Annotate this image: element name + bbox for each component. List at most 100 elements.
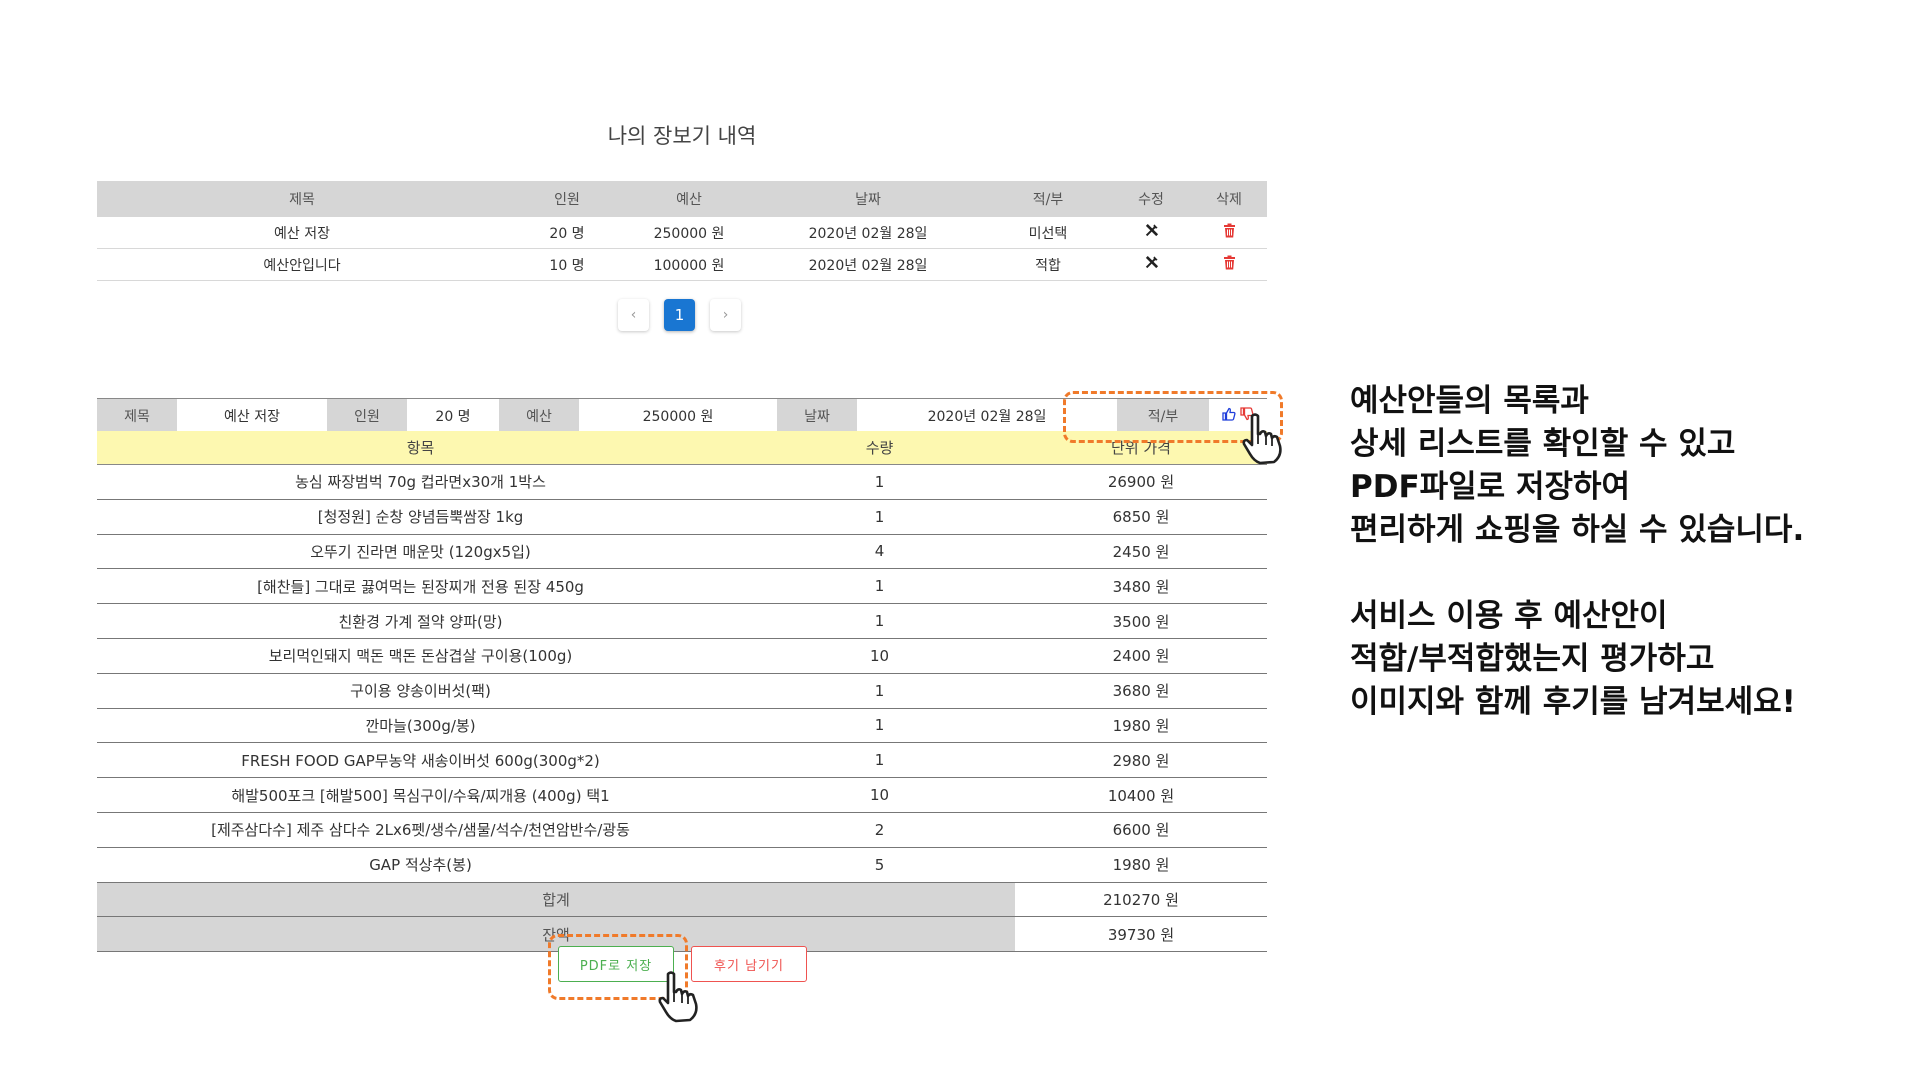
item-price: 3480 원 (1015, 568, 1267, 605)
history-date: 2020년 02월 28일 (751, 248, 985, 281)
col-fit: 적/부 (985, 181, 1111, 217)
history-row[interactable]: 예산안입니다 10 명 100000 원 2020년 02월 28일 적합 (97, 248, 1267, 281)
col-qty: 수량 (744, 431, 1015, 465)
item-row: [청정원] 순창 양념듬뿍쌈장 1kg 1 6850 원 (97, 499, 1267, 535)
annotation-line: 예산안들의 목록과 (1350, 383, 1589, 419)
item-name: 오뚜기 진라면 매운맛 (120gx5입) (97, 534, 744, 570)
item-name: GAP 적상추(봉) (97, 847, 744, 883)
detail-budget-label: 예산 (499, 398, 579, 434)
col-delete: 삭제 (1191, 181, 1267, 217)
trash-icon[interactable] (1223, 255, 1236, 274)
history-header-row: 제목 인원 예산 날짜 적/부 수정 삭제 (97, 181, 1267, 217)
item-name: FRESH FOOD GAP무농약 새송이버섯 600g(300g*2) (97, 742, 744, 779)
item-qty: 10 (744, 638, 1015, 674)
col-title: 제목 (97, 181, 507, 217)
item-price: 3500 원 (1015, 603, 1267, 639)
item-qty: 1 (744, 464, 1015, 500)
detail-people-value: 20 명 (407, 398, 499, 434)
history-budget: 100000 원 (627, 248, 751, 281)
detail-budget-value: 250000 원 (579, 398, 777, 434)
history-date: 2020년 02월 28일 (751, 217, 985, 249)
item-qty: 1 (744, 673, 1015, 709)
item-price: 1980 원 (1015, 708, 1267, 744)
item-qty: 10 (744, 777, 1015, 813)
history-table: 제목 인원 예산 날짜 적/부 수정 삭제 예산 저장 20 명 250000 … (97, 181, 1267, 281)
pointing-hand-icon (658, 971, 698, 1023)
col-date: 날짜 (751, 181, 985, 217)
item-row: GAP 적상추(봉) 5 1980 원 (97, 847, 1267, 883)
write-review-button[interactable]: 후기 남기기 (691, 946, 807, 982)
trash-icon[interactable] (1223, 223, 1236, 242)
item-qty: 1 (744, 499, 1015, 535)
edit-cell (1111, 217, 1191, 249)
prev-page-button[interactable]: ‹ (618, 299, 649, 331)
annotation-line: 이미지와 함께 후기를 남겨보세요! (1350, 684, 1796, 720)
annotation-line: 편리하게 쇼핑을 하실 수 있습니다. (1350, 512, 1805, 548)
col-item: 항목 (97, 431, 744, 465)
detail-title-value: 예산 저장 (177, 398, 327, 434)
item-price: 2400 원 (1015, 638, 1267, 674)
item-row: FRESH FOOD GAP무농약 새송이버섯 600g(300g*2) 1 298… (97, 742, 1267, 779)
pointing-hand-icon (1242, 413, 1282, 465)
item-name: [해찬들] 그대로 끓여먹는 된장찌개 전용 된장 450g (97, 568, 744, 605)
history-budget: 250000 원 (627, 217, 751, 249)
item-name: 친환경 가계 절약 양파(망) (97, 603, 744, 639)
delete-cell (1191, 248, 1267, 281)
item-qty: 1 (744, 708, 1015, 744)
item-row: [해찬들] 그대로 끓여먹는 된장찌개 전용 된장 450g 1 3480 원 (97, 568, 1267, 605)
history-title: 예산안입니다 (97, 248, 507, 281)
annotation-line: 서비스 이용 후 예산안이 (1350, 598, 1668, 634)
history-fit: 적합 (985, 248, 1111, 281)
item-qty: 1 (744, 568, 1015, 605)
item-row: 농심 짜장범벅 70g 컵라면x30개 1박스 1 26900 원 (97, 464, 1267, 500)
next-page-button[interactable]: › (710, 299, 741, 331)
history-row[interactable]: 예산 저장 20 명 250000 원 2020년 02월 28일 미선택 (97, 217, 1267, 249)
item-price: 26900 원 (1015, 464, 1267, 500)
item-name: 구이용 양송이버섯(팩) (97, 673, 744, 709)
item-name: [청정원] 순창 양념듬뿍쌈장 1kg (97, 499, 744, 535)
item-price: 6850 원 (1015, 499, 1267, 535)
balance-value: 39730 원 (1015, 916, 1267, 953)
page-1-button[interactable]: 1 (664, 299, 695, 331)
item-price: 2450 원 (1015, 534, 1267, 570)
annotation-line: PDF파일로 저장하여 (1350, 469, 1631, 505)
item-row: 오뚜기 진라면 매운맛 (120gx5입) 4 2450 원 (97, 534, 1267, 570)
detail-people-label: 인원 (327, 398, 407, 434)
detail-title-label: 제목 (97, 398, 177, 434)
feature-annotation: 예산안들의 목록과 상세 리스트를 확인할 수 있고 PDF파일로 저장하여 편… (1350, 380, 1804, 724)
col-budget: 예산 (627, 181, 751, 217)
item-row: 해발500포크 [해발500] 목심구이/수육/찌개용 (400g) 택1 10 1… (97, 777, 1267, 813)
history-title: 예산 저장 (97, 217, 507, 249)
detail-date-label: 날짜 (777, 398, 857, 434)
item-price: 6600 원 (1015, 812, 1267, 848)
item-name: [제주삼다수] 제주 삼다수 2Lx6펫/생수/샘물/석수/천연암반수/광동 (97, 812, 744, 848)
edit-tools-icon[interactable] (1144, 255, 1159, 274)
history-people: 10 명 (507, 248, 627, 281)
edit-tools-icon[interactable] (1144, 223, 1159, 242)
item-price: 3680 원 (1015, 673, 1267, 709)
page-title: 나의 장보기 내역 (607, 124, 757, 148)
col-edit: 수정 (1111, 181, 1191, 217)
history-fit: 미선택 (985, 217, 1111, 249)
item-price: 2980 원 (1015, 742, 1267, 779)
delete-cell (1191, 217, 1267, 249)
item-name: 해발500포크 [해발500] 목심구이/수육/찌개용 (400g) 택1 (97, 777, 744, 813)
annotation-line: 상세 리스트를 확인할 수 있고 (1350, 426, 1736, 462)
pagination: ‹ 1 › (618, 299, 741, 331)
total-row: 합계 210270 원 (97, 882, 1267, 918)
history-people: 20 명 (507, 217, 627, 249)
item-price: 10400 원 (1015, 777, 1267, 813)
item-qty: 1 (744, 742, 1015, 779)
item-row: 친환경 가계 절약 양파(망) 1 3500 원 (97, 603, 1267, 639)
item-row: 깐마늘(300g/봉) 1 1980 원 (97, 708, 1267, 744)
item-name: 깐마늘(300g/봉) (97, 708, 744, 744)
item-row: 보리먹인돼지 맥돈 맥돈 돈삼겹살 구이용(100g) 10 2400 원 (97, 638, 1267, 674)
item-qty: 2 (744, 812, 1015, 848)
item-name: 농심 짜장범벅 70g 컵라면x30개 1박스 (97, 464, 744, 500)
item-row: 구이용 양송이버섯(팩) 1 3680 원 (97, 673, 1267, 709)
items-table: 항목 수량 단위 가격 농심 짜장범벅 70g 컵라면x30개 1박스 1 2690… (97, 431, 1267, 953)
annotation-line: 적합/부적합했는지 평가하고 (1350, 641, 1715, 677)
item-qty: 1 (744, 603, 1015, 639)
item-row: [제주삼다수] 제주 삼다수 2Lx6펫/생수/샘물/석수/천연암반수/광동 2 6… (97, 812, 1267, 848)
item-qty: 5 (744, 847, 1015, 883)
